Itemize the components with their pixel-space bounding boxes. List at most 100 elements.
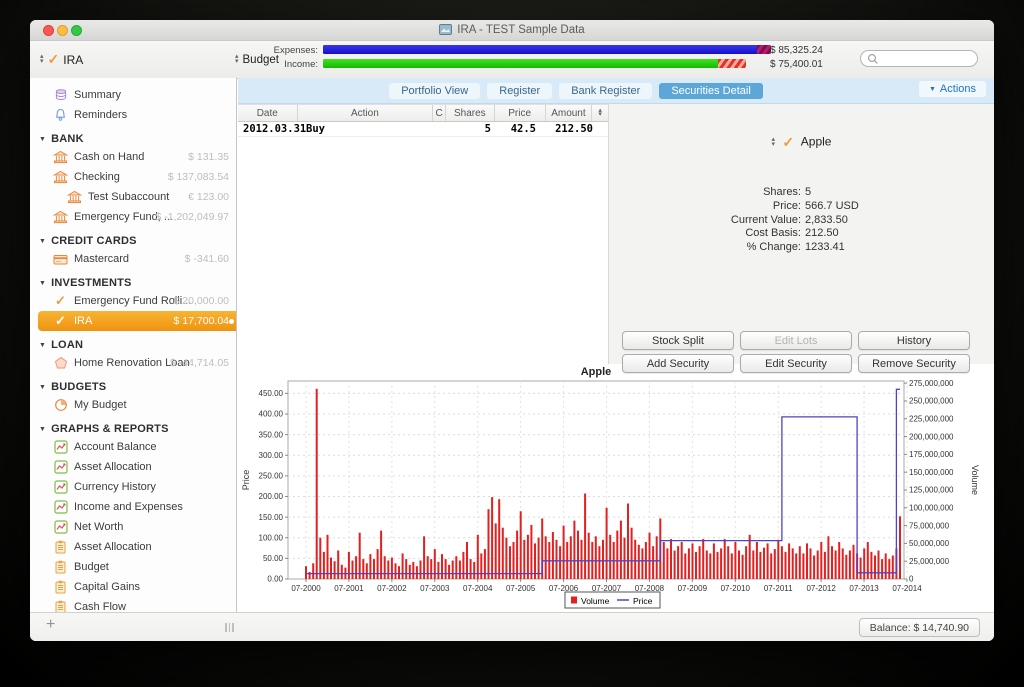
sidebar-section-loan[interactable]: ▼ LOAN (30, 337, 236, 353)
bank-icon (52, 150, 69, 164)
item-label: Account Balance (74, 441, 157, 453)
register-row[interactable]: 2012.03.31Buy542.5212.50 (238, 121, 608, 137)
item-label: Cash on Hand (74, 151, 144, 163)
svg-text:07-2011: 07-2011 (764, 584, 793, 593)
view-tabs: Portfolio View Register Bank Register Secur… (389, 83, 763, 99)
tab-bank-register[interactable]: Bank Register (559, 83, 652, 99)
sidebar-item-cash-flow[interactable]: Cash Flow (30, 597, 236, 612)
bank-icon (52, 210, 69, 224)
disclosure-triangle-icon: ▼ (39, 136, 46, 143)
sidebar-item-ira[interactable]: ✓IRA$ 17,700.04 (38, 311, 236, 331)
sidebar-item-test-subaccount[interactable]: Test Subaccount€ 123.00 (30, 187, 236, 207)
sidebar-section-bank[interactable]: ▼ BANK (30, 131, 236, 147)
svg-text:07-2001: 07-2001 (334, 584, 364, 593)
item-balance: $ -341.60 (185, 253, 229, 265)
search-field[interactable] (860, 50, 978, 67)
splitter-grip-icon[interactable] (225, 623, 234, 632)
tab-bar: Portfolio View Register Bank Register Secur… (238, 78, 994, 104)
svg-text:07-2004: 07-2004 (463, 584, 493, 593)
svg-text:07-2013: 07-2013 (849, 584, 879, 593)
price-volume-chart: Apple0.0050.00100.00150.00200.00250.0030… (241, 363, 994, 612)
column-header-shares[interactable]: Shares (446, 105, 495, 121)
tab-portfolio-view[interactable]: Portfolio View (389, 83, 480, 99)
security-selector[interactable]: ▴▾ ✓ Apple (609, 134, 994, 151)
section-label: BANK (51, 133, 84, 145)
item-label: Test Subaccount (88, 191, 169, 203)
chart-icon (52, 460, 69, 474)
svg-text:07-2014: 07-2014 (892, 584, 922, 593)
svg-text:07-2005: 07-2005 (506, 584, 536, 593)
report-icon (52, 600, 69, 612)
section-label: GRAPHS & REPORTS (51, 423, 169, 435)
sidebar-item-my-budget[interactable]: My Budget (30, 395, 236, 415)
history-button[interactable]: History (858, 331, 970, 350)
sort-stepper-icon[interactable]: ▴▾ (592, 105, 608, 121)
sidebar-item-net-worth[interactable]: Net Worth (30, 517, 236, 537)
disclosure-triangle-icon: ▼ (39, 342, 46, 349)
item-label: Asset Allocation (74, 461, 152, 473)
item-balance: $ 20,000.00 (174, 295, 229, 307)
svg-text:0: 0 (909, 575, 914, 584)
cell-amount: 212.50 (553, 123, 601, 135)
sidebar-item-capital-gains[interactable]: Capital Gains (30, 577, 236, 597)
income-progress-bar (323, 59, 746, 68)
account-selector[interactable]: ▴▾ ✓ IRA (40, 41, 83, 78)
item-label: Currency History (74, 481, 156, 493)
disclosure-triangle-icon: ▼ (39, 238, 46, 245)
detail-value: 566.7 USD (805, 200, 859, 214)
detail-row: Cost Basis:212.50 (651, 227, 859, 241)
stepper-icon[interactable]: ▴▾ (235, 55, 239, 64)
title-bar[interactable]: IRA - TEST Sample Data (30, 20, 994, 41)
column-header-price[interactable]: Price (495, 105, 546, 121)
svg-text:275,000,000: 275,000,000 (909, 379, 954, 388)
svg-text:450.00: 450.00 (259, 389, 284, 398)
stepper-icon[interactable]: ▴▾ (40, 55, 44, 64)
expenses-label: Expenses: (263, 45, 318, 56)
report-icon (52, 580, 69, 594)
search-input[interactable] (879, 52, 973, 65)
sidebar-item-budget[interactable]: Budget (30, 557, 236, 577)
sidebar-section-credit-cards[interactable]: ▼CREDIT CARDS (30, 233, 236, 249)
chart-icon (52, 480, 69, 494)
sidebar-section-investments[interactable]: ▼INVESTMENTS (30, 275, 236, 291)
svg-text:100.00: 100.00 (259, 533, 284, 542)
item-label: Checking (74, 171, 120, 183)
expenses-bar-over-fill (757, 45, 771, 54)
section-label: LOAN (51, 339, 83, 351)
sidebar-item-reminders[interactable]: Reminders (30, 105, 236, 125)
sidebar-item-asset-allocation[interactable]: Asset Allocation (30, 457, 236, 477)
svg-text:200.00: 200.00 (259, 492, 284, 501)
item-balance: $ 131.35 (188, 151, 229, 163)
stock-split-button[interactable]: Stock Split (622, 331, 734, 350)
sidebar-section-budgets[interactable]: ▼BUDGETS (30, 379, 236, 395)
tab-register[interactable]: Register (487, 83, 552, 99)
tab-securities-detail[interactable]: Securities Detail (659, 83, 762, 99)
sidebar-item-currency-history[interactable]: Currency History (30, 477, 236, 497)
detail-label: % Change: (651, 241, 801, 255)
chart-icon (52, 520, 69, 534)
sidebar-item-asset-allocation[interactable]: Asset Allocation (30, 537, 236, 557)
detail-label: Cost Basis: (651, 227, 801, 241)
column-header-amount[interactable]: Amount (546, 105, 593, 121)
sidebar-item-account-balance[interactable]: Account Balance (30, 437, 236, 457)
sidebar-item-emergency-fund-rolli[interactable]: ✓Emergency Fund Rolli...$ 20,000.00 (30, 291, 236, 311)
sidebar-item-home-renovation-loan[interactable]: Home Renovation Loan$ -44,714.05 (30, 353, 236, 373)
column-header-date[interactable]: Date (238, 105, 298, 121)
column-header-action[interactable]: Action (298, 105, 434, 121)
stepper-icon[interactable]: ▴▾ (772, 138, 776, 147)
sidebar-item-emergency-fund[interactable]: Emergency Fund, ...$ -1,202,049.97 (30, 207, 236, 227)
sidebar-section-graphs-reports[interactable]: ▼GRAPHS & REPORTS (30, 421, 236, 437)
actions-button[interactable]: ▼Actions (919, 81, 986, 97)
sidebar-item-income-and-expenses[interactable]: Income and Expenses (30, 497, 236, 517)
svg-text:07-2009: 07-2009 (678, 584, 708, 593)
report-icon (52, 560, 69, 574)
sidebar-item-summary[interactable]: Summary (30, 85, 236, 105)
svg-text:400.00: 400.00 (259, 410, 284, 419)
sidebar-item-cash-on-hand[interactable]: Cash on Hand $ 131.35 (30, 147, 236, 167)
column-header-c[interactable]: C (433, 105, 446, 121)
sidebar-item-checking[interactable]: Checking$ 137,083.54 (30, 167, 236, 187)
expenses-value: $ 85,325.24 (770, 45, 823, 56)
add-account-button[interactable]: + (46, 616, 55, 634)
document-icon (439, 22, 452, 42)
sidebar-item-mastercard[interactable]: Mastercard$ -341.60 (30, 249, 236, 269)
